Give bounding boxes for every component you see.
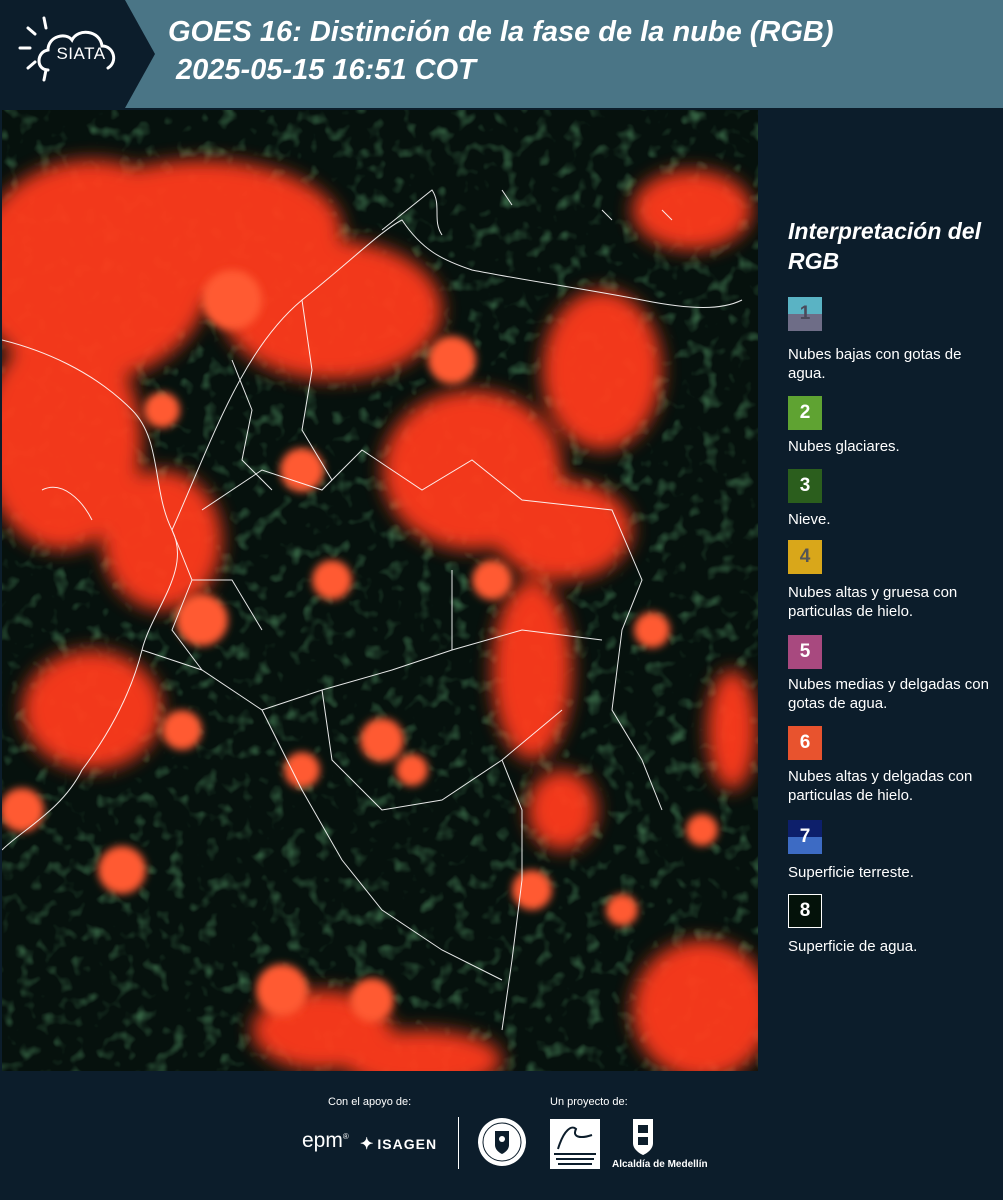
alcaldia-shield-icon	[633, 1119, 653, 1155]
legend-number-5: 5	[799, 641, 811, 662]
legend-swatch-3: 3	[788, 469, 822, 503]
epm-logo: epm®	[302, 1129, 349, 1152]
legend-number-3: 3	[799, 475, 811, 496]
legend-number-6: 6	[799, 732, 811, 753]
epm-logo-text: epm	[302, 1129, 343, 1152]
legend-swatch-2: 2	[788, 396, 822, 430]
legend-swatch-7: 7	[788, 820, 822, 854]
satellite-map	[2, 110, 758, 1071]
legend-number-1: 1	[799, 303, 811, 324]
legend-swatch-6: 6	[788, 726, 822, 760]
legend-swatch-4: 4	[788, 540, 822, 574]
header: SIATA GOES 16: Distinción de la fase de …	[0, 0, 1003, 108]
legend-label-4: Nubes altas y gruesa con particulas de h…	[788, 584, 958, 620]
legend-label-7: Superficie terreste.	[788, 864, 914, 881]
legend-number-2: 2	[799, 402, 811, 423]
legend-number-8: 8	[799, 900, 811, 921]
legend-swatch-8: 8	[788, 894, 822, 928]
legend-panel: Interpretación del RGB 1 Nubes bajas con…	[760, 108, 1003, 1071]
page-title: GOES 16: Distinción de la fase de la nub…	[168, 16, 834, 48]
footer: Con el apoyo de: Un proyecto de: epm® ✦ I…	[0, 1071, 1003, 1200]
legend-label-5: Nubes medias y delgadas con gotas de agu…	[788, 676, 989, 712]
legend-swatch-5: 5	[788, 635, 822, 669]
alcaldia-text: Alcaldía de Medellín	[612, 1159, 708, 1170]
legend-number-7: 7	[799, 826, 811, 847]
isagen-logo: ✦ ISAGEN	[360, 1134, 437, 1154]
legend-title: Interpretación del RGB	[788, 218, 981, 274]
legend-number-4: 4	[799, 546, 811, 567]
isagen-mark-icon: ✦	[360, 1136, 375, 1153]
legend-label-8: Superficie de agua.	[788, 938, 918, 955]
legend-swatch-1: 1	[788, 297, 822, 331]
footer-divider	[458, 1117, 459, 1169]
area-metropolitana-logo	[550, 1119, 600, 1169]
legend-label-1: Nubes bajas con gotas de agua.	[788, 346, 962, 382]
page-timestamp: 2025-05-15 16:51 COT	[176, 54, 476, 86]
project-label: Un proyecto de:	[550, 1096, 628, 1108]
siata-logo: SIATA	[0, 0, 155, 108]
siata-logo-text: SIATA	[56, 44, 106, 63]
isagen-logo-text: ISAGEN	[377, 1136, 438, 1152]
legend-label-6: Nubes altas y delgadas con particulas de…	[788, 768, 973, 804]
legend-label-2: Nubes glaciares.	[788, 438, 900, 455]
medellin-seal-icon	[478, 1118, 526, 1166]
support-label: Con el apoyo de:	[328, 1096, 412, 1108]
legend-label-3: Nieve.	[788, 511, 831, 528]
